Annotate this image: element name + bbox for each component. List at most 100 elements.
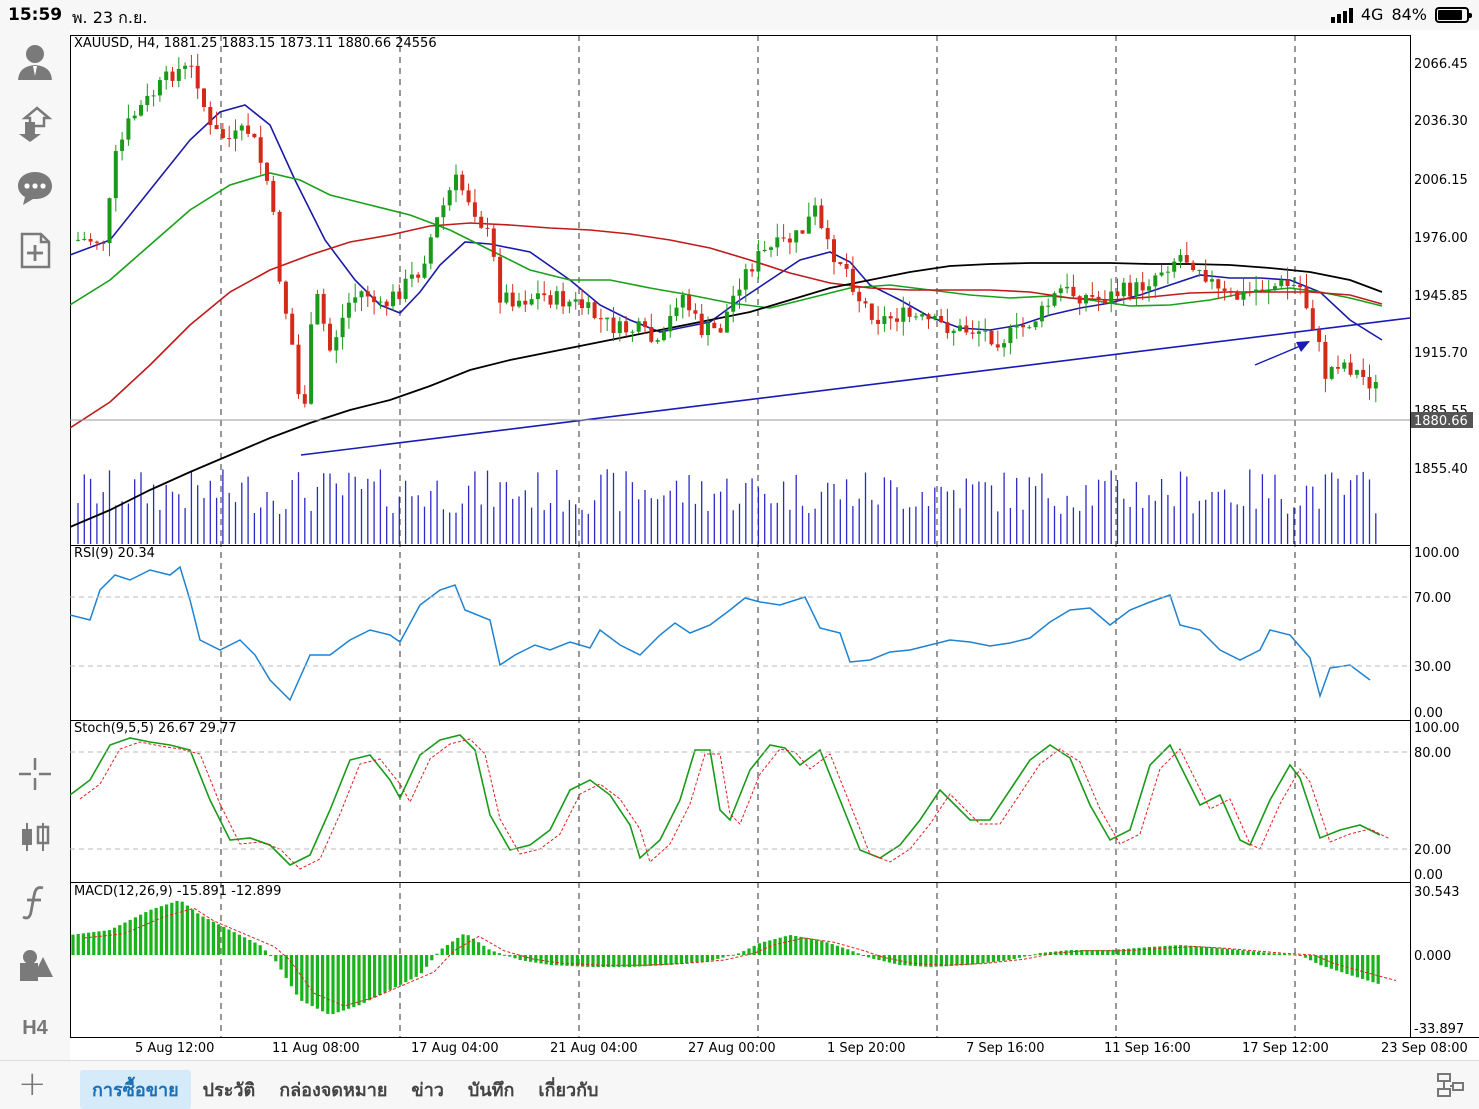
candle-body	[769, 247, 773, 250]
macd-histogram-bar	[159, 906, 163, 955]
macd-histogram-bar	[102, 930, 106, 955]
macd-histogram-bar	[76, 933, 80, 955]
tab-trade[interactable]: การซื้อขาย	[80, 1070, 191, 1109]
macd-histogram-bar	[1017, 955, 1021, 958]
macd-histogram-bar	[861, 955, 865, 956]
macd-histogram-bar	[1283, 953, 1287, 955]
add-button[interactable]: +	[18, 1067, 47, 1101]
candle-body	[1102, 299, 1107, 304]
candle-body	[113, 151, 118, 199]
price-tick-label: 2066.45	[1414, 57, 1468, 72]
account-icon[interactable]	[13, 40, 57, 84]
macd-histogram-bar	[773, 939, 777, 955]
macd-histogram-bar	[903, 955, 907, 966]
macd-histogram-bar	[825, 942, 829, 955]
status-bar: 15:59 พ. 23 ก.ย. 4G 84%	[0, 0, 1479, 30]
price-tick-label: 1855.40	[1414, 462, 1468, 477]
macd-histogram-bar	[711, 955, 715, 961]
tab-mailbox[interactable]: กล่องจดหมาย	[267, 1070, 399, 1109]
candle-body	[649, 327, 654, 342]
tab-journal[interactable]: บันทึก	[456, 1070, 527, 1109]
macd-tick-label: 0.000	[1414, 949, 1451, 964]
macd-histogram-bar	[419, 955, 423, 974]
download-icon[interactable]	[13, 102, 57, 146]
candle-body	[611, 317, 616, 334]
macd-tick-label: 30.543	[1414, 885, 1460, 900]
crosshair-icon[interactable]	[13, 752, 57, 796]
candle-body	[145, 95, 150, 106]
candle-body	[554, 291, 559, 305]
macd-histogram-bar	[1210, 947, 1214, 955]
candle-body	[1285, 280, 1290, 287]
candle-body	[372, 296, 377, 303]
candle-body	[907, 307, 912, 317]
macd-histogram-bar	[1121, 948, 1125, 955]
chat-icon[interactable]	[13, 165, 57, 209]
macd-histogram-bar	[497, 953, 501, 955]
battery-percent: 84%	[1391, 5, 1427, 24]
macd-histogram-bar	[414, 955, 418, 977]
new-order-icon[interactable]	[13, 228, 57, 272]
macd-histogram-bar	[945, 955, 949, 967]
macd-histogram-bar	[955, 955, 959, 966]
candle-body	[1216, 279, 1221, 289]
candle-body	[819, 205, 824, 228]
tab-news[interactable]: ข่าว	[399, 1070, 456, 1109]
chart-canvas[interactable]: 2066.45 2036.30 2006.15 1976.00 1945.85 1915.…	[70, 30, 1479, 1060]
macd-histogram-bar	[165, 904, 169, 955]
candle-body	[1317, 329, 1322, 342]
macd-histogram-bar	[872, 955, 876, 959]
candle-body	[183, 65, 188, 69]
macd-histogram-bar	[643, 955, 647, 967]
candle-body	[346, 302, 351, 318]
objects-icon[interactable]	[13, 943, 57, 987]
candle-body	[1165, 271, 1170, 273]
macd-histogram-bar	[367, 955, 371, 1001]
candle-body	[598, 318, 603, 320]
macd-histogram-bar	[1361, 955, 1365, 979]
current-price-label: 1880.66	[1414, 414, 1468, 429]
candle-body	[378, 301, 383, 303]
candle-body	[1235, 291, 1240, 300]
candle-body	[535, 293, 540, 300]
macd-histogram-bar	[830, 944, 834, 955]
chart-area[interactable]: 2066.45 2036.30 2006.15 1976.00 1945.85 1915.…	[70, 30, 1479, 1060]
candle-body	[743, 269, 748, 290]
macd-histogram-bar	[971, 955, 975, 965]
candle-body	[794, 230, 799, 243]
timeframe-button[interactable]: H4	[13, 1006, 57, 1050]
candle-body	[82, 238, 87, 240]
macd-histogram-bar	[731, 954, 735, 956]
macd-histogram-bar	[113, 927, 117, 955]
macd-histogram-bar	[1179, 945, 1183, 955]
macd-histogram-bar	[1231, 949, 1235, 955]
tab-history[interactable]: ประวัติ	[191, 1070, 268, 1109]
macd-histogram-bar	[352, 955, 356, 1008]
candle-body	[1298, 284, 1303, 288]
indicators-icon[interactable]	[13, 880, 57, 924]
candle-body	[416, 274, 421, 278]
candle-body	[233, 130, 238, 139]
macd-histogram-bar	[1329, 955, 1333, 969]
candle-body	[693, 310, 698, 314]
macd-histogram-bar	[1205, 946, 1209, 955]
candle-body	[895, 318, 899, 322]
candle-body	[1172, 261, 1177, 272]
layout-icon[interactable]	[1435, 1071, 1465, 1101]
macd-histogram-bar	[653, 955, 657, 966]
macd-histogram-bar	[991, 955, 995, 963]
bottom-tab-bar: + การซื้อขาย ประวัติ กล่องจดหมาย ข่าว บั…	[0, 1060, 1479, 1109]
macd-histogram-bar	[1215, 947, 1219, 955]
candle-body	[1008, 327, 1013, 344]
macd-histogram-bar	[185, 905, 189, 955]
macd-histogram-bar	[986, 955, 990, 963]
macd-histogram-bar	[191, 909, 195, 955]
tab-about[interactable]: เกี่ยวกับ	[526, 1070, 610, 1109]
candle-body	[271, 180, 276, 212]
candle-body	[863, 301, 868, 304]
candle-body	[328, 323, 332, 351]
stoch-signal-line	[79, 738, 1391, 870]
macd-histogram-bar	[1153, 946, 1157, 955]
candle-body	[825, 227, 830, 240]
candles-icon[interactable]	[13, 815, 57, 859]
